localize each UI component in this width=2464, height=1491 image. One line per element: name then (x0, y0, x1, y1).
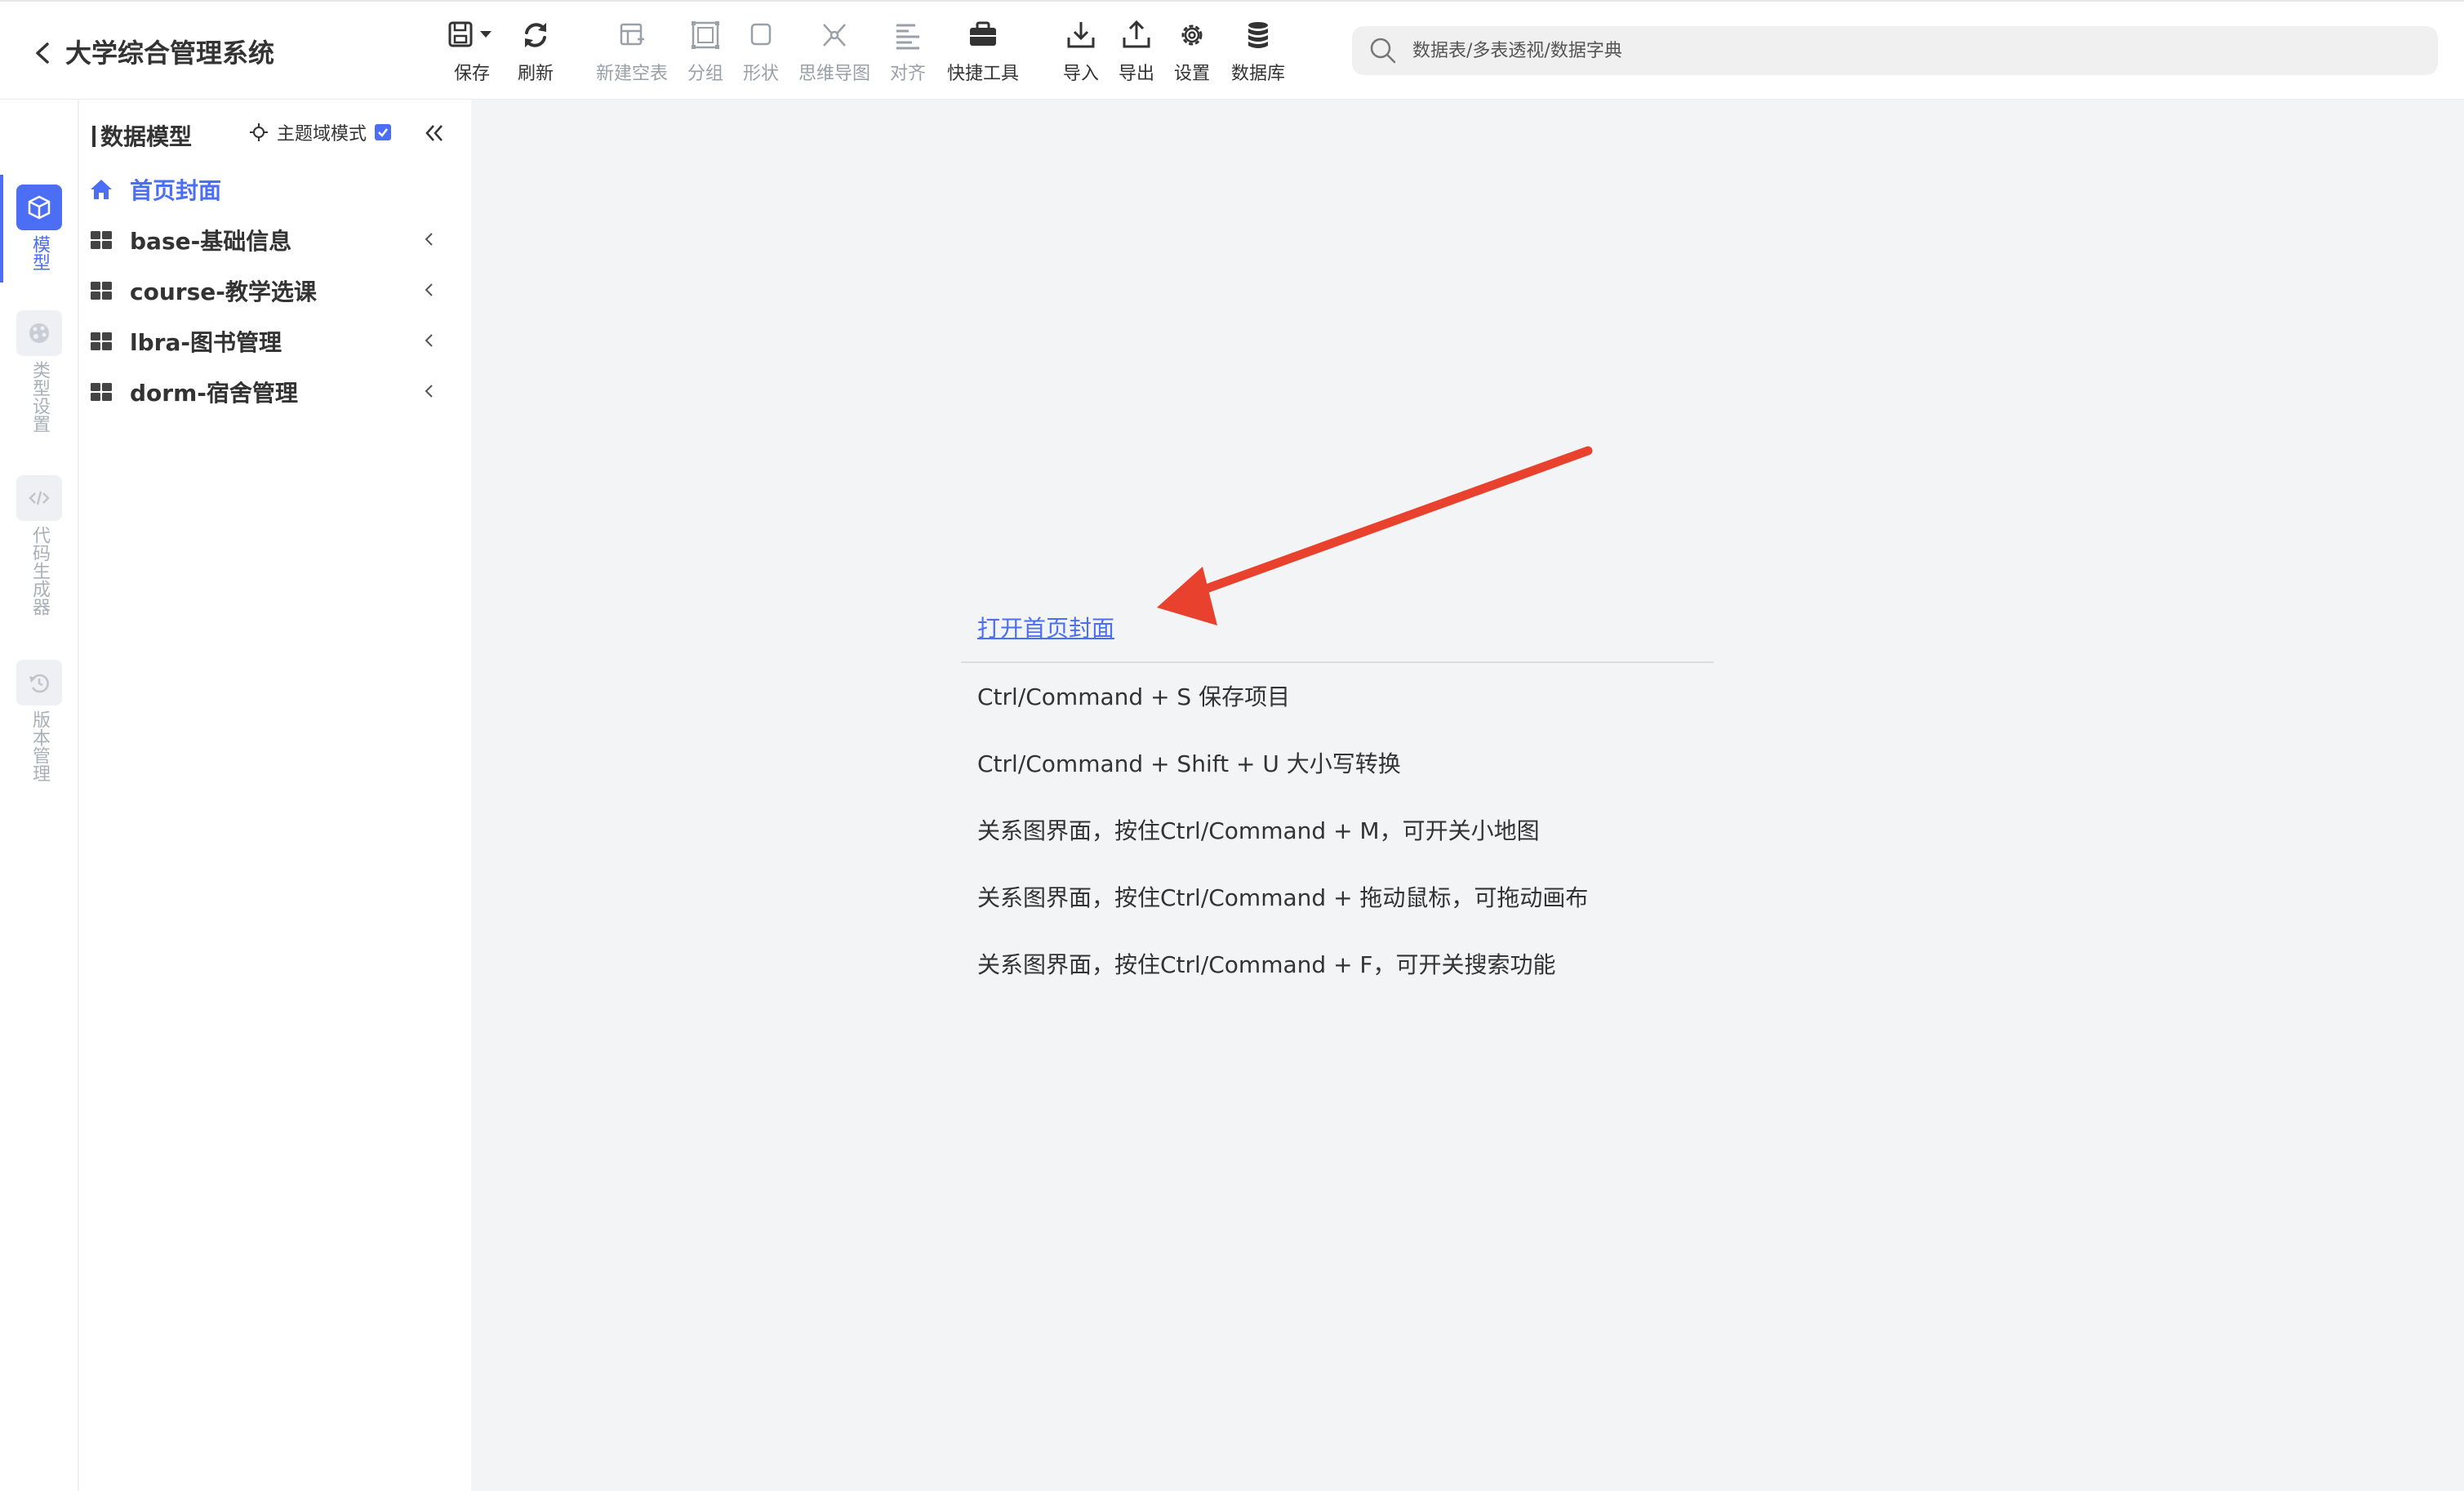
domain-mode-toggle[interactable]: 主题域模式 (249, 119, 392, 145)
rail-box (16, 660, 62, 705)
tree-item-dorm[interactable]: dorm-宿舍管理 (89, 371, 456, 413)
database-icon (1248, 22, 1268, 48)
new-table-button[interactable]: 新建空表 (596, 20, 668, 88)
code-icon (29, 491, 50, 505)
grid-icon (91, 231, 112, 249)
title-bar-mark (92, 126, 96, 147)
export-icon (1123, 20, 1150, 48)
left-rail: 模型 类型设置 代码生成器 版本管理 (0, 100, 78, 1491)
back-chevron-icon[interactable] (31, 41, 56, 65)
new-table-label: 新建空表 (596, 64, 669, 84)
quick-tools-button[interactable]: 快捷工具 (947, 20, 1019, 88)
group-button[interactable]: 分组 (687, 20, 723, 88)
import-button[interactable]: 导入 (1063, 20, 1099, 88)
grid-icon (91, 332, 112, 350)
tree-item-base[interactable]: base-基础信息 (89, 219, 456, 261)
tree-item-label: dorm-宿舍管理 (130, 380, 298, 407)
rail-box (16, 475, 62, 521)
shape-button[interactable]: 形状 (743, 20, 779, 88)
rail-item-version-management[interactable]: 版本管理 (0, 660, 78, 782)
tree-item-lbra[interactable]: lbra-图书管理 (89, 320, 456, 363)
quick-tools-label: 快捷工具 (947, 64, 1020, 84)
mindmap-label: 思维导图 (798, 64, 871, 84)
chevron-left-icon[interactable] (419, 381, 440, 402)
search-icon (1370, 38, 1396, 64)
rail-box (16, 185, 62, 230)
rail-item-model[interactable]: 模型 (0, 185, 78, 271)
home-icon (91, 180, 112, 199)
save-label: 保存 (453, 64, 490, 84)
import-icon (1067, 22, 1095, 48)
rail-label: 类型设置 (29, 361, 50, 433)
search-input[interactable] (1411, 33, 2391, 69)
panel-title: 数据模型 (92, 119, 192, 152)
refresh-icon (525, 23, 546, 47)
rail-label: 版本管理 (29, 710, 50, 782)
history-icon (29, 674, 49, 693)
new-table-icon (620, 23, 644, 46)
database-button[interactable]: 数据库 (1231, 20, 1285, 88)
export-button[interactable]: 导出 (1119, 20, 1154, 88)
rail-item-type-settings[interactable]: 类型设置 (0, 310, 78, 433)
tree-item-home-cover[interactable]: 首页封面 (89, 168, 456, 211)
database-label: 数据库 (1231, 64, 1286, 84)
collapse-panel-icon[interactable] (422, 121, 447, 145)
domain-mode-label: 主题域模式 (277, 124, 367, 145)
mindmap-button[interactable]: 思维导图 (798, 20, 870, 88)
settings-label: 设置 (1174, 64, 1211, 84)
tree-item-label: course-教学选课 (130, 278, 317, 305)
rail-label: 代码生成器 (29, 526, 50, 616)
panel-title-text: 数据模型 (100, 123, 193, 150)
grid-icon (91, 282, 112, 300)
chevron-left-icon[interactable] (419, 279, 440, 300)
export-label: 导出 (1119, 64, 1155, 84)
top-header: 大学综合管理系统 保存 刷新 新建空表 分组 形状 思维导图 对齐 快捷工具 导… (0, 0, 2464, 100)
group-icon (692, 21, 719, 49)
check-icon (378, 128, 389, 137)
palette-icon (29, 323, 49, 343)
main-canvas: 打开首页封面 Ctrl/Command + S 保存项目 Ctrl/Comman… (471, 100, 2464, 1491)
mindmap-icon (823, 24, 846, 47)
gear-icon (1181, 24, 1203, 46)
crosshair-icon (250, 123, 268, 141)
align-label: 对齐 (890, 64, 927, 84)
group-label: 分组 (687, 64, 724, 84)
shape-label: 形状 (743, 64, 780, 84)
data-model-panel: 数据模型 主题域模式 首页封面 base-基础信息 course-教学选课 lb… (79, 100, 471, 1491)
chevron-left-icon[interactable] (419, 229, 440, 250)
align-button[interactable]: 对齐 (890, 20, 926, 88)
chevron-left-icon[interactable] (419, 330, 440, 351)
rail-box (16, 310, 62, 356)
settings-button[interactable]: 设置 (1174, 20, 1210, 88)
tree-item-label: lbra-图书管理 (130, 329, 282, 356)
annotation-arrow-icon (1157, 446, 1593, 625)
refresh-button[interactable]: 刷新 (518, 20, 554, 88)
toolbox-icon (970, 21, 996, 46)
shape-icon (750, 23, 772, 46)
tree-item-label: 首页封面 (130, 177, 222, 204)
save-button[interactable]: 保存 (447, 20, 496, 88)
tree-item-label: base-基础信息 (130, 228, 292, 255)
search-bar (1352, 26, 2438, 75)
domain-mode-checkbox[interactable] (375, 124, 392, 140)
rail-item-code-generator[interactable]: 代码生成器 (0, 475, 78, 616)
grid-icon (91, 383, 112, 401)
refresh-label: 刷新 (518, 64, 554, 84)
rail-label: 模型 (29, 235, 50, 271)
save-icon (448, 21, 491, 47)
cube-icon (28, 195, 51, 220)
app-title: 大学综合管理系统 (65, 38, 275, 69)
tree-item-course[interactable]: course-教学选课 (89, 269, 456, 312)
align-icon (896, 24, 919, 50)
import-label: 导入 (1063, 64, 1100, 84)
